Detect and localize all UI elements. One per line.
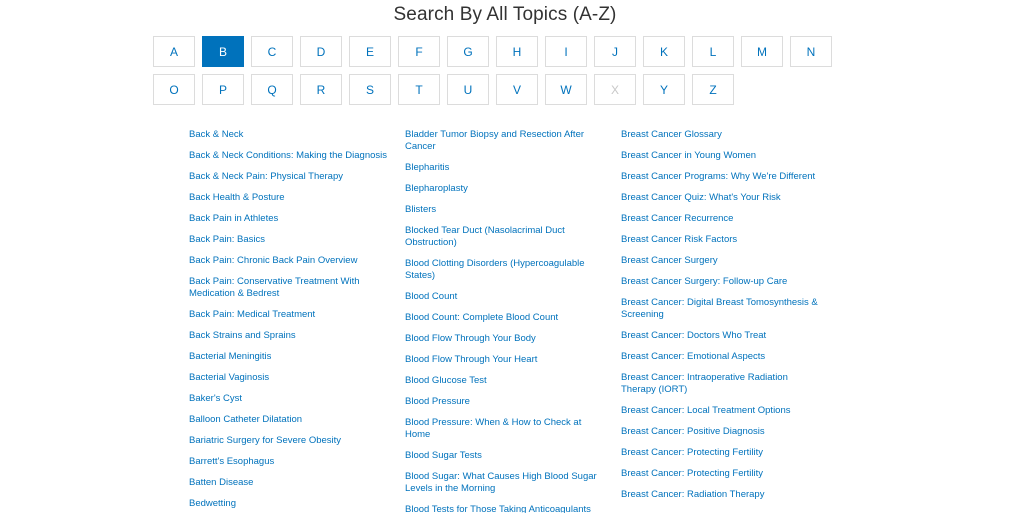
topic-link[interactable]: Breast Cancer: Protecting Fertility bbox=[621, 468, 823, 480]
topic-link[interactable]: Back Pain: Conservative Treatment With M… bbox=[189, 276, 391, 300]
topic-link[interactable]: Breast Cancer: Local Treatment Options bbox=[621, 405, 823, 417]
topic-link[interactable]: Breast Cancer Surgery: Follow-up Care bbox=[621, 276, 823, 288]
topics-page: Search By All Topics (A-Z) ABCDEFGHIJKLM… bbox=[0, 0, 1024, 513]
topic-column-3: Breast Cancer Glossary Breast Cancer in Y… bbox=[621, 129, 837, 513]
topic-link[interactable]: Bedwetting bbox=[189, 498, 391, 510]
letter-button-t[interactable]: T bbox=[398, 74, 440, 105]
letter-button-d[interactable]: D bbox=[300, 36, 342, 67]
topic-column-2: Bladder Tumor Biopsy and Resection After… bbox=[405, 129, 621, 513]
topic-link[interactable]: Blood Pressure: When & How to Check at H… bbox=[405, 417, 607, 441]
topic-link[interactable]: Breast Cancer: Radiation Therapy bbox=[621, 489, 823, 501]
letter-button-f[interactable]: F bbox=[398, 36, 440, 67]
page-title: Search By All Topics (A-Z) bbox=[393, 4, 617, 25]
letter-button-x: X bbox=[594, 74, 636, 105]
topic-link[interactable]: Breast Cancer Quiz: What's Your Risk bbox=[621, 192, 823, 204]
topic-link[interactable]: Breast Cancer: Digital Breast Tomosynthe… bbox=[621, 297, 823, 321]
topic-link[interactable]: Blood Tests for Those Taking Anticoagula… bbox=[405, 504, 607, 513]
topic-link[interactable]: Blood Flow Through Your Heart bbox=[405, 354, 607, 366]
topic-link[interactable]: Back Pain: Chronic Back Pain Overview bbox=[189, 255, 391, 267]
topic-link[interactable]: Blood Clotting Disorders (Hypercoagulabl… bbox=[405, 258, 607, 282]
topic-link[interactable]: Blepharitis bbox=[405, 162, 607, 174]
topic-column-1: Back & Neck Back & Neck Conditions: Makin… bbox=[189, 129, 405, 513]
letter-button-j[interactable]: J bbox=[594, 36, 636, 67]
letter-button-q[interactable]: Q bbox=[251, 74, 293, 105]
letter-button-a[interactable]: A bbox=[153, 36, 195, 67]
letter-button-m[interactable]: M bbox=[741, 36, 783, 67]
alphabet-row-2: OPQRSTUVWXYZ bbox=[153, 74, 833, 105]
letter-button-l[interactable]: L bbox=[692, 36, 734, 67]
topic-link[interactable]: Breast Cancer Risk Factors bbox=[621, 234, 823, 246]
topic-link[interactable]: Bacterial Vaginosis bbox=[189, 372, 391, 384]
topic-link[interactable]: Breast Cancer Surgery bbox=[621, 255, 823, 267]
letter-button-h[interactable]: H bbox=[496, 36, 538, 67]
letter-button-k[interactable]: K bbox=[643, 36, 685, 67]
topic-link[interactable]: Blepharoplasty bbox=[405, 183, 607, 195]
topic-link[interactable]: Back Pain: Basics bbox=[189, 234, 391, 246]
topic-link[interactable]: Blood Flow Through Your Body bbox=[405, 333, 607, 345]
topic-link[interactable]: Barrett's Esophagus bbox=[189, 456, 391, 468]
topic-link[interactable]: Breast Cancer: Intraoperative Radiation … bbox=[621, 372, 823, 396]
letter-button-i[interactable]: I bbox=[545, 36, 587, 67]
topic-link[interactable]: Blocked Tear Duct (Nasolacrimal Duct Obs… bbox=[405, 225, 607, 249]
letter-button-z[interactable]: Z bbox=[692, 74, 734, 105]
topic-link[interactable]: Batten Disease bbox=[189, 477, 391, 489]
topic-link[interactable]: Blood Sugar: What Causes High Blood Suga… bbox=[405, 471, 607, 495]
letter-button-g[interactable]: G bbox=[447, 36, 489, 67]
topic-link[interactable]: Blisters bbox=[405, 204, 607, 216]
topic-link[interactable]: Blood Sugar Tests bbox=[405, 450, 607, 462]
topic-link[interactable]: Blood Pressure bbox=[405, 396, 607, 408]
topic-link[interactable]: Bacterial Meningitis bbox=[189, 351, 391, 363]
alphabet-nav: ABCDEFGHIJKLMN OPQRSTUVWXYZ bbox=[153, 36, 833, 112]
topic-link[interactable]: Breast Cancer Recurrence bbox=[621, 213, 823, 225]
topic-link[interactable]: Back & Neck bbox=[189, 129, 391, 141]
letter-button-v[interactable]: V bbox=[496, 74, 538, 105]
topic-link[interactable]: Blood Count: Complete Blood Count bbox=[405, 312, 607, 324]
topic-link[interactable]: Bariatric Surgery for Severe Obesity bbox=[189, 435, 391, 447]
letter-button-p[interactable]: P bbox=[202, 74, 244, 105]
letter-button-n[interactable]: N bbox=[790, 36, 832, 67]
topic-link[interactable]: Blood Glucose Test bbox=[405, 375, 607, 387]
topic-link[interactable]: Breast Cancer in Young Women bbox=[621, 150, 823, 162]
topic-link[interactable]: Back Health & Posture bbox=[189, 192, 391, 204]
topic-link[interactable]: Breast Cancer: Positive Diagnosis bbox=[621, 426, 823, 438]
topic-link[interactable]: Breast Cancer Glossary bbox=[621, 129, 823, 141]
topic-link[interactable]: Baker's Cyst bbox=[189, 393, 391, 405]
letter-button-c[interactable]: C bbox=[251, 36, 293, 67]
letter-button-b[interactable]: B bbox=[202, 36, 244, 67]
letter-button-u[interactable]: U bbox=[447, 74, 489, 105]
topic-link[interactable]: Breast Cancer: Doctors Who Treat bbox=[621, 330, 823, 342]
topic-link[interactable]: Blood Count bbox=[405, 291, 607, 303]
topic-link[interactable]: Back Pain: Medical Treatment bbox=[189, 309, 391, 321]
topic-link[interactable]: Breast Cancer: Protecting Fertility bbox=[621, 447, 823, 459]
topic-link[interactable]: Breast Cancer: Emotional Aspects bbox=[621, 351, 823, 363]
topic-link[interactable]: Bladder Tumor Biopsy and Resection After… bbox=[405, 129, 607, 153]
letter-button-o[interactable]: O bbox=[153, 74, 195, 105]
letter-button-e[interactable]: E bbox=[349, 36, 391, 67]
topic-link[interactable]: Back Pain in Athletes bbox=[189, 213, 391, 225]
topic-link[interactable]: Balloon Catheter Dilatation bbox=[189, 414, 391, 426]
letter-button-y[interactable]: Y bbox=[643, 74, 685, 105]
topic-link[interactable]: Back Strains and Sprains bbox=[189, 330, 391, 342]
alphabet-row-1: ABCDEFGHIJKLMN bbox=[153, 36, 833, 67]
letter-button-r[interactable]: R bbox=[300, 74, 342, 105]
letter-button-w[interactable]: W bbox=[545, 74, 587, 105]
topic-link[interactable]: Back & Neck Conditions: Making the Diagn… bbox=[189, 150, 391, 162]
topic-columns: Back & Neck Back & Neck Conditions: Makin… bbox=[189, 129, 837, 513]
topic-link[interactable]: Breast Cancer Programs: Why We're Differ… bbox=[621, 171, 823, 183]
letter-button-s[interactable]: S bbox=[349, 74, 391, 105]
topic-link[interactable]: Back & Neck Pain: Physical Therapy bbox=[189, 171, 391, 183]
